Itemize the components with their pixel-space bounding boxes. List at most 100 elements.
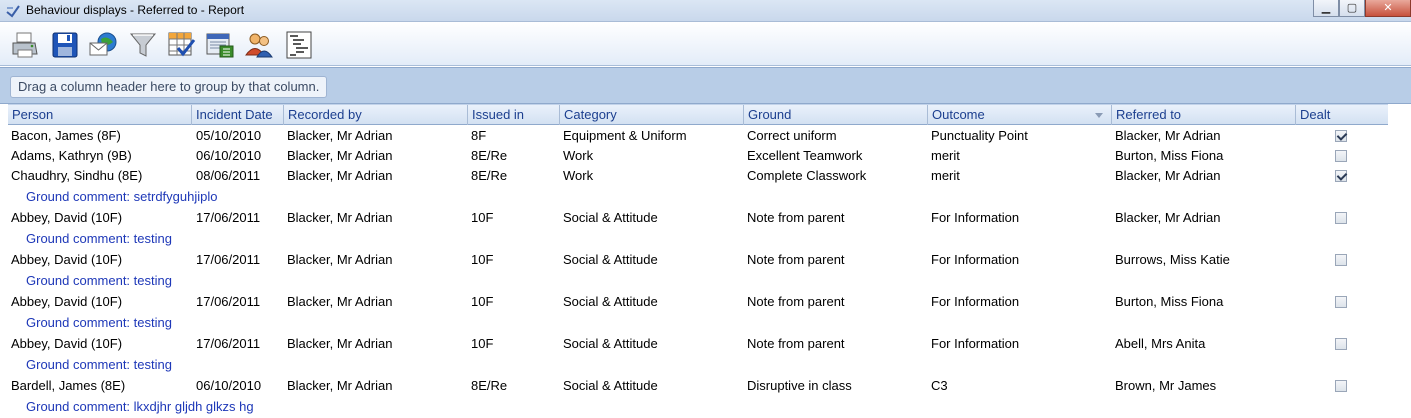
column-chooser-icon (168, 32, 196, 57)
cell-issued-in: 8E/Re (471, 148, 508, 163)
cell-category: Equipment & Uniform (563, 128, 687, 143)
dealt-checkbox[interactable] (1335, 170, 1347, 182)
cell-person: Chaudhry, Sindhu (8E) (11, 168, 143, 183)
cell-recorded-by: Blacker, Mr Adrian (287, 210, 393, 225)
filter-button[interactable] (126, 28, 160, 62)
cell-category: Social & Attitude (563, 294, 658, 309)
ground-comment: Ground comment: setrdfyguhjiplo (26, 189, 218, 204)
cell-person: Abbey, David (10F) (11, 336, 123, 351)
column-header-ground[interactable]: Ground (744, 105, 928, 125)
cell-issued-in: 10F (471, 336, 494, 351)
title-bar: Behaviour displays - Referred to - Repor… (0, 0, 1411, 22)
cell-category: Social & Attitude (563, 336, 658, 351)
cell-person: Bardell, James (8E) (11, 378, 126, 393)
column-header-outcome[interactable]: Outcome (928, 105, 1112, 125)
users-button[interactable] (242, 28, 276, 62)
toolbar (0, 22, 1411, 66)
column-chooser-button[interactable] (164, 28, 198, 62)
dealt-checkbox[interactable] (1335, 150, 1347, 162)
cell-issued-in: 10F (471, 210, 494, 225)
cell-referred-to: Brown, Mr James (1115, 378, 1217, 393)
export-button[interactable] (203, 28, 237, 62)
cell-category: Work (563, 148, 594, 163)
email-icon (89, 32, 117, 56)
cell-person: Bacon, James (8F) (11, 128, 121, 143)
cell-ground: Disruptive in class (747, 378, 852, 393)
cell-ground: Complete Classwork (747, 168, 867, 183)
app-icon (6, 5, 20, 18)
cell-incident-date: 17/06/2011 (196, 210, 261, 225)
print-button[interactable] (8, 28, 42, 62)
users-icon (245, 33, 273, 58)
table-row[interactable]: Bardell, James (8E) 06/10/2010 Blacker, Mr… (8, 376, 1388, 396)
column-header-category[interactable]: Category (560, 105, 744, 125)
cell-ground: Excellent Teamwork (747, 148, 863, 163)
column-header-outcome-label: Outcome (932, 107, 985, 122)
cell-recorded-by: Blacker, Mr Adrian (287, 252, 393, 267)
cell-referred-to: Blacker, Mr Adrian (1115, 210, 1221, 225)
cell-outcome: For Information (931, 294, 1020, 309)
email-button[interactable] (86, 28, 120, 62)
cell-ground: Note from parent (747, 252, 845, 267)
cell-recorded-by: Blacker, Mr Adrian (287, 128, 393, 143)
column-header-issued-in[interactable]: Issued in (468, 105, 560, 125)
cell-referred-to: Abell, Mrs Anita (1115, 336, 1206, 351)
column-header-incident-date[interactable]: Incident Date (192, 105, 284, 125)
cell-ground: Note from parent (747, 336, 845, 351)
table-row[interactable]: Abbey, David (10F) 17/06/2011 Blacker, Mr … (8, 334, 1388, 354)
save-icon (52, 32, 78, 58)
column-header-person[interactable]: Person (8, 105, 192, 125)
dealt-checkbox[interactable] (1335, 254, 1347, 266)
cell-person: Abbey, David (10F) (11, 252, 123, 267)
column-header-dealt[interactable]: Dealt (1296, 105, 1388, 125)
grid-header: Person Incident Date Recorded by Issued … (8, 104, 1388, 125)
ground-comment: Ground comment: testing (26, 357, 172, 372)
ground-comment: Ground comment: testing (26, 315, 172, 330)
cell-person: Abbey, David (10F) (11, 294, 123, 309)
dealt-checkbox[interactable] (1335, 130, 1347, 142)
close-button[interactable]: ✕ (1365, 0, 1411, 17)
filter-icon (129, 33, 157, 57)
ground-comment: Ground comment: lkxdjhr gljdh glkzs hg (26, 399, 254, 414)
cell-issued-in: 8F (471, 128, 487, 143)
printer-icon (12, 32, 38, 58)
cell-incident-date: 06/10/2010 (196, 378, 262, 393)
cell-ground: Note from parent (747, 294, 845, 309)
maximize-button[interactable]: ▢ (1339, 0, 1365, 17)
cell-incident-date: 08/06/2011 (196, 168, 261, 183)
cell-recorded-by: Blacker, Mr Adrian (287, 336, 393, 351)
group-by-panel[interactable]: Drag a column header here to group by th… (0, 67, 1411, 104)
cell-incident-date: 05/10/2010 (196, 128, 262, 143)
dealt-checkbox[interactable] (1335, 380, 1347, 392)
cell-incident-date: 17/06/2011 (196, 336, 261, 351)
cell-outcome: merit (931, 148, 960, 163)
cell-referred-to: Burrows, Miss Katie (1115, 252, 1230, 267)
window-title: Behaviour displays - Referred to - Repor… (26, 3, 245, 17)
cell-outcome: For Information (931, 336, 1020, 351)
cell-outcome: merit (931, 168, 960, 183)
cell-category: Work (563, 168, 594, 183)
table-row[interactable]: Bacon, James (8F) 05/10/2010 Blacker, Mr A… (8, 126, 1388, 146)
save-button[interactable] (48, 28, 82, 62)
cell-referred-to: Blacker, Mr Adrian (1115, 128, 1221, 143)
cell-category: Social & Attitude (563, 378, 658, 393)
cell-issued-in: 8E/Re (471, 168, 508, 183)
outline-icon (286, 31, 312, 59)
outline-button[interactable] (282, 28, 316, 62)
dealt-checkbox[interactable] (1335, 212, 1347, 224)
dealt-checkbox[interactable] (1335, 296, 1347, 308)
table-row[interactable]: Abbey, David (10F) 17/06/2011 Blacker, Mr … (8, 292, 1388, 312)
cell-ground: Correct uniform (747, 128, 837, 143)
cell-category: Social & Attitude (563, 210, 658, 225)
table-row[interactable]: Abbey, David (10F) 17/06/2011 Blacker, Mr … (8, 250, 1388, 270)
table-row[interactable]: Chaudhry, Sindhu (8E) 08/06/2011 Blacker, … (8, 166, 1388, 186)
column-header-recorded-by[interactable]: Recorded by (284, 105, 468, 125)
table-row[interactable]: Abbey, David (10F) 17/06/2011 Blacker, Mr … (8, 208, 1388, 228)
column-header-referred-to[interactable]: Referred to (1112, 105, 1296, 125)
minimize-button[interactable]: ▁ (1313, 0, 1339, 17)
cell-person: Adams, Kathryn (9B) (11, 148, 132, 163)
dealt-checkbox[interactable] (1335, 338, 1347, 350)
table-row[interactable]: Adams, Kathryn (9B) 06/10/2010 Blacker, Mr… (8, 146, 1388, 166)
cell-incident-date: 17/06/2011 (196, 252, 261, 267)
cell-referred-to: Blacker, Mr Adrian (1115, 168, 1221, 183)
